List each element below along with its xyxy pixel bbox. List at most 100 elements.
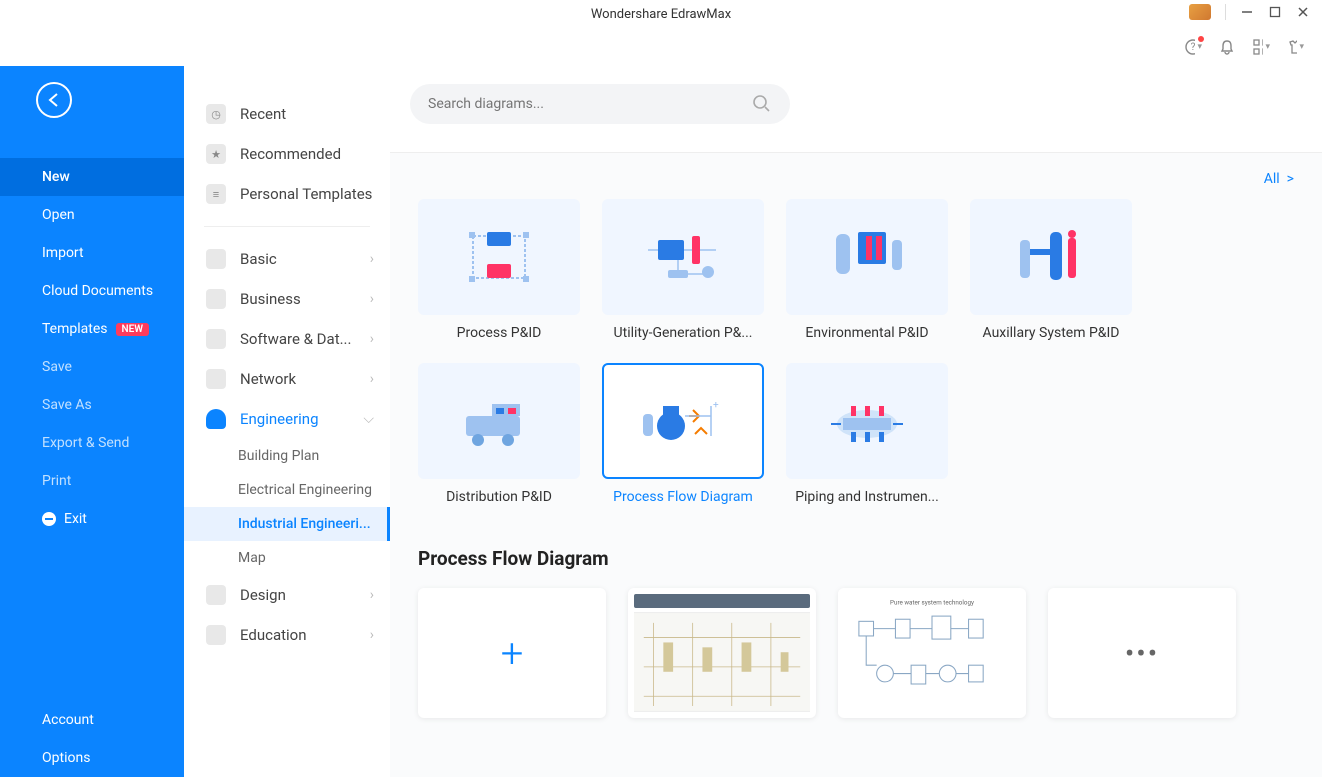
more-icon: ••• bbox=[1125, 637, 1159, 670]
category-personal-templates[interactable]: ≡ Personal Templates bbox=[184, 174, 390, 214]
all-link[interactable]: All > bbox=[418, 171, 1294, 195]
help-icon[interactable]: ?▾ bbox=[1184, 38, 1202, 56]
tile-label: Auxillary System P&ID bbox=[970, 325, 1132, 341]
nav-item-label: Save As bbox=[42, 397, 92, 413]
search-icon bbox=[752, 94, 772, 114]
category-software-dat...[interactable]: Software & Dat... › bbox=[184, 319, 390, 359]
back-button[interactable] bbox=[36, 82, 72, 118]
nav-item-export-send[interactable]: Export & Send bbox=[0, 424, 184, 462]
category-recent[interactable]: ◷Recent bbox=[184, 94, 390, 134]
category-label: Network bbox=[240, 370, 296, 388]
category-icon: ★ bbox=[206, 144, 226, 164]
nav-item-options[interactable]: Options bbox=[0, 739, 184, 777]
nav-item-label: Save bbox=[42, 359, 72, 375]
nav-item-label: Print bbox=[42, 473, 71, 489]
nav-item-new[interactable]: New bbox=[0, 158, 184, 196]
category-label: Design bbox=[240, 586, 286, 604]
template-card[interactable]: Pure water system technology bbox=[838, 588, 1026, 718]
nav-item-save[interactable]: Save bbox=[0, 348, 184, 386]
new-badge: NEW bbox=[116, 323, 150, 336]
nav-item-label: Export & Send bbox=[42, 435, 129, 451]
search-input[interactable] bbox=[428, 96, 752, 112]
bell-icon[interactable] bbox=[1218, 38, 1236, 56]
svg-text:+: + bbox=[713, 400, 719, 411]
subcategory-map[interactable]: Map bbox=[184, 541, 390, 575]
tile-environmental-p-id[interactable]: Environmental P&ID bbox=[786, 199, 948, 341]
plus-icon: + bbox=[501, 630, 524, 677]
category-business[interactable]: Business › bbox=[184, 279, 390, 319]
maximize-button[interactable] bbox=[1268, 5, 1282, 19]
tshirt-icon[interactable]: ▾ bbox=[1286, 38, 1304, 56]
search-box[interactable] bbox=[410, 84, 790, 124]
nav-item-label: Open bbox=[42, 207, 75, 223]
nav-item-save-as[interactable]: Save As bbox=[0, 386, 184, 424]
tile-thumbnail bbox=[602, 199, 764, 315]
template-blank[interactable]: + bbox=[418, 588, 606, 718]
exit-icon bbox=[42, 512, 56, 526]
subcategory-electrical-engineering[interactable]: Electrical Engineering bbox=[184, 473, 390, 507]
category-network[interactable]: Network › bbox=[184, 359, 390, 399]
tile-distribution-p-id[interactable]: Distribution P&ID bbox=[418, 363, 580, 505]
category-engineering[interactable]: Engineering ⌵ bbox=[184, 399, 390, 439]
notification-dot bbox=[1198, 36, 1204, 42]
category-label: Engineering bbox=[240, 410, 319, 428]
tile-process-flow-diagram[interactable]: + Process Flow Diagram bbox=[602, 363, 764, 505]
chevron-down-icon: ⌵ bbox=[363, 411, 374, 427]
tile-utility-generation-p-[interactable]: Utility-Generation P&... bbox=[602, 199, 764, 341]
tile-label: Process P&ID bbox=[418, 325, 580, 341]
nav-item-exit[interactable]: Exit bbox=[0, 500, 184, 538]
template-more[interactable]: ••• bbox=[1048, 588, 1236, 718]
subcategory-industrial-engineeri...[interactable]: Industrial Engineeri... bbox=[184, 507, 390, 541]
toolbar-row: ?▾ ▾ ▾ bbox=[0, 28, 1322, 66]
subcategory-building-plan[interactable]: Building Plan bbox=[184, 439, 390, 473]
titlebar: Wondershare EdrawMax bbox=[0, 0, 1322, 28]
chevron-right-icon: › bbox=[370, 587, 374, 603]
close-button[interactable] bbox=[1296, 5, 1310, 19]
divider bbox=[204, 226, 370, 227]
nav-item-print[interactable]: Print bbox=[0, 462, 184, 500]
nav-item-label: Cloud Documents bbox=[42, 283, 153, 299]
category-recommended[interactable]: ★Recommended bbox=[184, 134, 390, 174]
chevron-right-icon: › bbox=[370, 627, 374, 643]
category-design[interactable]: Design › bbox=[184, 575, 390, 615]
category-label: Personal Templates bbox=[240, 185, 372, 203]
app-title: Wondershare EdrawMax bbox=[591, 7, 731, 22]
category-label: Basic bbox=[240, 250, 277, 268]
template-thumbnail-icon: Pure water system technology bbox=[838, 590, 1026, 715]
nav-item-templates[interactable]: TemplatesNEW bbox=[0, 310, 184, 348]
nav-item-cloud-documents[interactable]: Cloud Documents bbox=[0, 272, 184, 310]
category-icon bbox=[206, 585, 226, 605]
nav-item-account[interactable]: Account bbox=[0, 701, 184, 739]
section-title: Process Flow Diagram bbox=[418, 547, 1294, 570]
tile-process-p-id[interactable]: Process P&ID bbox=[418, 199, 580, 341]
search-wrap bbox=[390, 66, 1322, 124]
nav-item-label: New bbox=[42, 169, 70, 185]
nav-item-open[interactable]: Open bbox=[0, 196, 184, 234]
category-icon: ≡ bbox=[206, 184, 226, 204]
chevron-right-icon: › bbox=[370, 371, 374, 387]
avatar[interactable] bbox=[1189, 4, 1211, 20]
minimize-button[interactable] bbox=[1240, 5, 1254, 19]
tile-auxillary-system-p-id[interactable]: Auxillary System P&ID bbox=[970, 199, 1132, 341]
titlebar-controls bbox=[1189, 4, 1310, 20]
svg-text:Pure water system technology: Pure water system technology bbox=[890, 599, 974, 607]
chevron-right-icon: › bbox=[370, 251, 374, 267]
apps-icon[interactable]: ▾ bbox=[1252, 38, 1270, 56]
tile-label: Piping and Instrumen... bbox=[786, 489, 948, 505]
nav-item-import[interactable]: Import bbox=[0, 234, 184, 272]
template-card[interactable] bbox=[628, 588, 816, 718]
tile-thumbnail bbox=[418, 363, 580, 479]
chevron-right-icon: › bbox=[370, 331, 374, 347]
category-label: Software & Dat... bbox=[240, 330, 351, 348]
category-icon bbox=[206, 409, 226, 429]
category-label: Business bbox=[240, 290, 301, 308]
tile-label: Process Flow Diagram bbox=[602, 489, 764, 505]
divider bbox=[1225, 4, 1226, 20]
content-area: All > Process P&ID Utility-Generation P&.… bbox=[390, 152, 1322, 777]
category-basic[interactable]: Basic › bbox=[184, 239, 390, 279]
category-icon bbox=[206, 249, 226, 269]
category-education[interactable]: Education› bbox=[184, 615, 390, 655]
tile-thumbnail bbox=[970, 199, 1132, 315]
tile-piping-and-instrumen-[interactable]: Piping and Instrumen... bbox=[786, 363, 948, 505]
chevron-right-icon: › bbox=[370, 291, 374, 307]
